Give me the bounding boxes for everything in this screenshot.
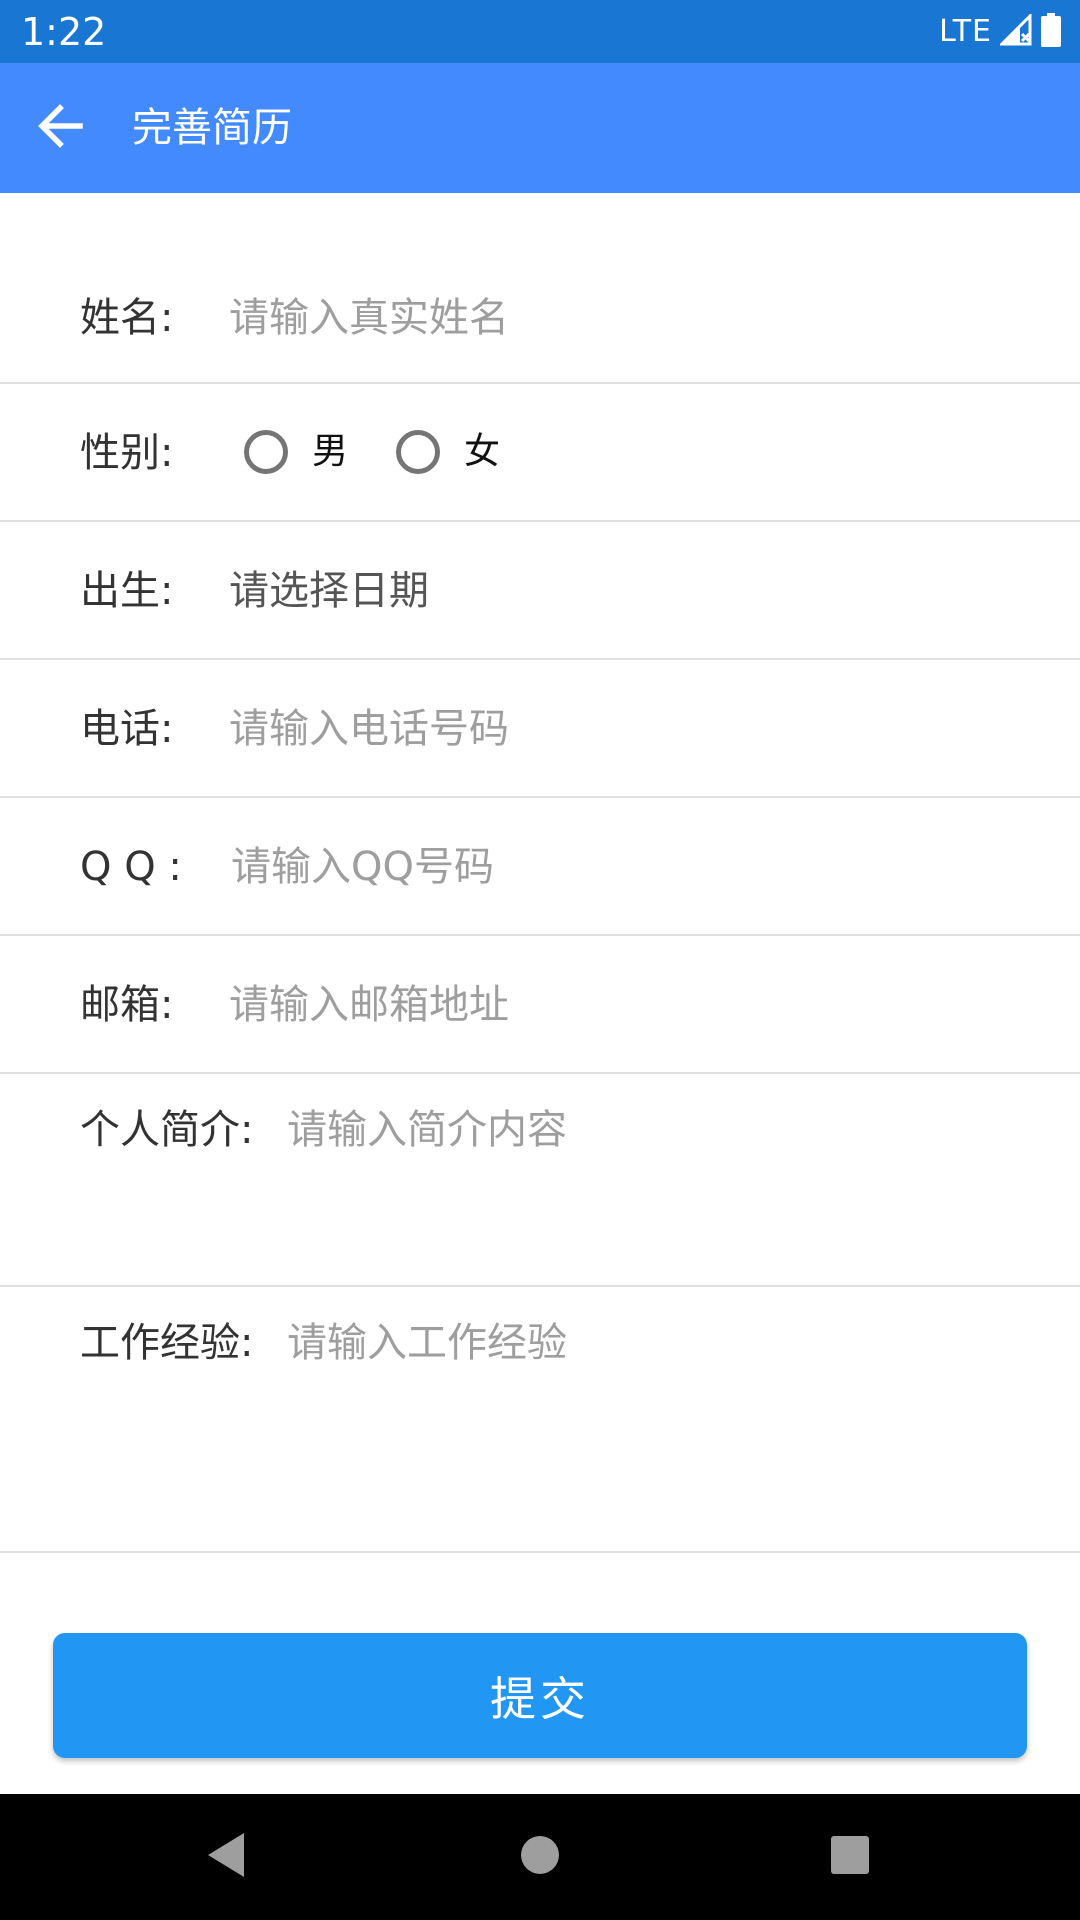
resume-screen: 1:22 LTE 完善简历 姓名: 请输入真实姓名 性别: 男 女 出生: 请选… bbox=[0, 0, 1080, 1920]
gender-male-radio[interactable]: 男 bbox=[244, 427, 348, 477]
name-row: 姓名: bbox=[0, 193, 1080, 384]
birth-label: 出生: bbox=[80, 568, 174, 614]
gender-male-label: 男 bbox=[312, 431, 349, 472]
app-bar: 完善简历 bbox=[0, 63, 1080, 193]
email-label: 邮箱: bbox=[80, 982, 174, 1028]
radio-unchecked-icon bbox=[396, 430, 440, 474]
name-input[interactable] bbox=[229, 290, 1029, 346]
triangle-back-icon bbox=[204, 1831, 248, 1883]
experience-textarea[interactable] bbox=[287, 1315, 1047, 1535]
qq-row: Q Q : bbox=[0, 798, 1080, 936]
radio-unchecked-icon bbox=[244, 430, 288, 474]
status-time: 1:22 bbox=[21, 10, 107, 54]
network-type: LTE bbox=[939, 14, 992, 49]
gender-label: 性别: bbox=[80, 430, 174, 476]
status-bar: 1:22 LTE bbox=[0, 0, 1080, 63]
experience-row: 工作经验: bbox=[0, 1287, 1080, 1553]
circle-home-icon bbox=[519, 1834, 561, 1880]
experience-label: 工作经验: bbox=[80, 1320, 254, 1366]
phone-input[interactable] bbox=[229, 701, 1029, 757]
birth-row: 出生: 请选择日期 bbox=[0, 522, 1080, 660]
gender-female-label: 女 bbox=[464, 431, 501, 472]
back-button[interactable] bbox=[28, 96, 92, 160]
intro-label: 个人简介: bbox=[80, 1107, 254, 1153]
phone-label: 电话: bbox=[80, 706, 174, 752]
arrow-left-icon bbox=[34, 100, 86, 156]
nav-recents-button[interactable] bbox=[820, 1827, 880, 1887]
gender-female-radio[interactable]: 女 bbox=[396, 427, 500, 477]
intro-textarea[interactable] bbox=[287, 1102, 1047, 1272]
submit-button[interactable]: 提交 bbox=[53, 1633, 1027, 1758]
qq-input[interactable] bbox=[231, 839, 1031, 895]
email-row: 邮箱: bbox=[0, 936, 1080, 1074]
status-indicators: LTE bbox=[939, 10, 1062, 54]
intro-row: 个人简介: bbox=[0, 1074, 1080, 1287]
name-label: 姓名: bbox=[80, 295, 174, 341]
battery-icon bbox=[1040, 13, 1062, 51]
square-recents-icon bbox=[829, 1834, 871, 1880]
nav-back-button[interactable] bbox=[196, 1827, 256, 1887]
birth-date-picker[interactable]: 请选择日期 bbox=[229, 563, 429, 619]
phone-row: 电话: bbox=[0, 660, 1080, 798]
nav-home-button[interactable] bbox=[510, 1827, 570, 1887]
qq-label: Q Q : bbox=[80, 844, 182, 890]
gender-row: 性别: 男 女 bbox=[0, 384, 1080, 522]
navigation-bar bbox=[0, 1794, 1080, 1920]
email-input[interactable] bbox=[229, 977, 1029, 1033]
signal-icon bbox=[998, 12, 1032, 50]
page-title: 完善简历 bbox=[132, 105, 292, 151]
